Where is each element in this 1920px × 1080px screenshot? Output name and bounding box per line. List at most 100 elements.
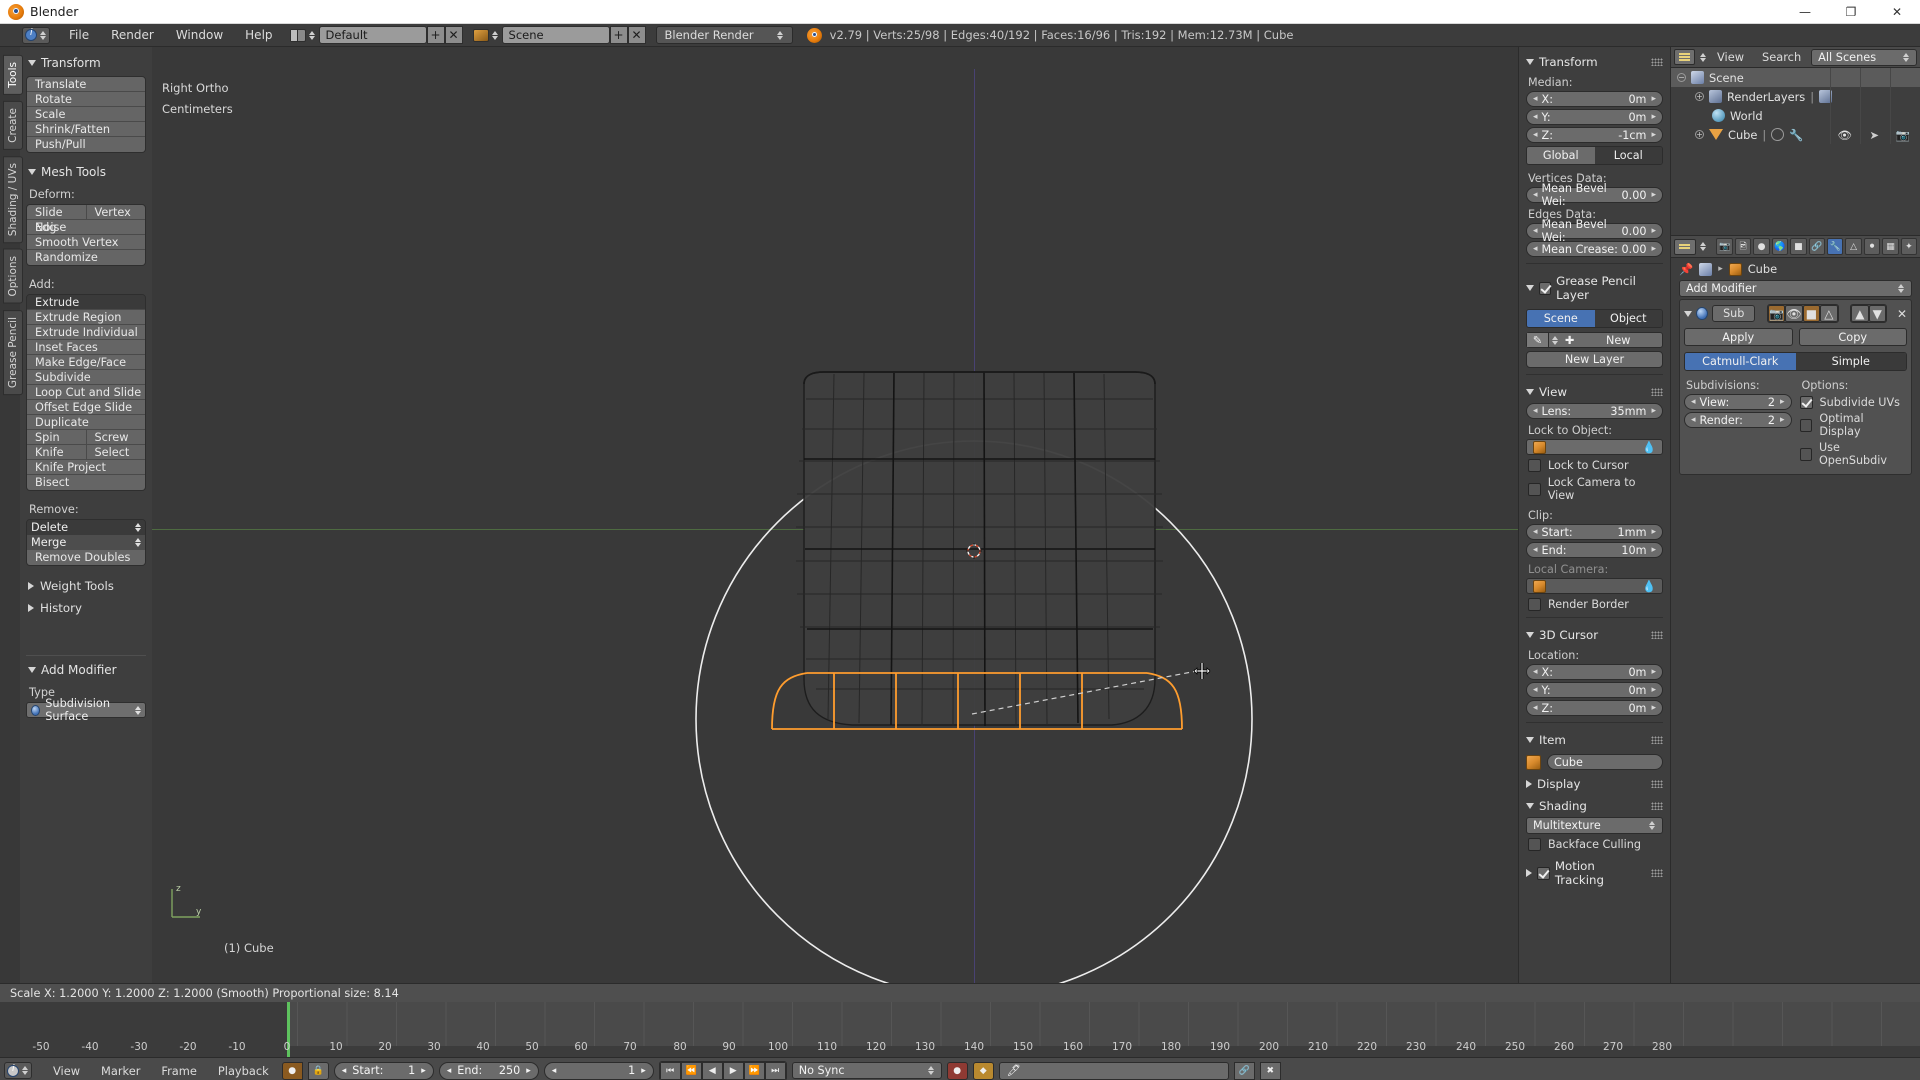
outliner-menu-search[interactable]: Search bbox=[1754, 50, 1809, 64]
right-arrow-icon[interactable]: ▸ bbox=[1651, 244, 1656, 254]
panel-header-shading[interactable]: Shading bbox=[1526, 795, 1663, 817]
backface-culling-checkbox[interactable] bbox=[1528, 838, 1541, 851]
push-pull-button[interactable]: Push/Pull bbox=[27, 137, 145, 152]
panel-header-history[interactable]: History bbox=[26, 597, 146, 619]
right-arrow-icon[interactable]: ▸ bbox=[1651, 94, 1656, 104]
subdivisions-render-field[interactable]: ◂ Render: 2 ▸ bbox=[1684, 412, 1792, 428]
delete-layout-button[interactable]: ✕ bbox=[444, 26, 463, 44]
screen-layout-icon[interactable] bbox=[289, 28, 306, 42]
tab-create[interactable]: Create bbox=[3, 100, 23, 150]
rotate-button[interactable]: Rotate bbox=[27, 92, 145, 107]
add-layout-button[interactable]: + bbox=[426, 26, 445, 44]
apply-modifier-button[interactable]: Apply bbox=[1684, 328, 1793, 346]
left-arrow-icon[interactable]: ◂ bbox=[1533, 190, 1538, 200]
cage-toggle-icon[interactable]: △ bbox=[1820, 305, 1838, 322]
inset-faces-button[interactable]: Inset Faces bbox=[27, 340, 145, 355]
properties-tab-texture[interactable]: ▦ bbox=[1882, 238, 1899, 255]
modifier-type-dropdown[interactable]: Subdivision Surface bbox=[26, 697, 146, 723]
vertex-bevel-weight-field[interactable]: ◂ Mean Bevel Wei: 0.00 ▸ bbox=[1526, 182, 1663, 208]
panel-header-transform[interactable]: Transform bbox=[26, 53, 146, 76]
keyframe-icon[interactable]: ◆ bbox=[972, 1061, 994, 1080]
left-arrow-icon[interactable]: ◂ bbox=[1533, 527, 1538, 537]
smooth-vertex-button[interactable]: Smooth Vertex bbox=[27, 235, 145, 250]
properties-tab-material[interactable]: ⚫ bbox=[1863, 238, 1881, 255]
outliner-row-renderlayers[interactable]: + RenderLayers | bbox=[1671, 87, 1920, 106]
use-opensubdiv-checkbox[interactable] bbox=[1799, 447, 1812, 461]
drag-grip-icon[interactable] bbox=[1651, 869, 1664, 877]
chevron-updown-icon[interactable] bbox=[308, 30, 316, 40]
lock-to-cursor-checkbox[interactable] bbox=[1528, 459, 1541, 472]
chevron-updown-icon[interactable] bbox=[1699, 52, 1707, 62]
clip-end-field[interactable]: ◂ End: 10m ▸ bbox=[1526, 542, 1663, 558]
editor-type-selector[interactable] bbox=[22, 26, 50, 44]
local-camera-field[interactable]: 💧 bbox=[1526, 578, 1663, 594]
shading-method-dropdown[interactable]: Multitexture bbox=[1526, 817, 1663, 834]
left-arrow-icon[interactable]: ◂ bbox=[1533, 94, 1538, 104]
lock-icon[interactable]: 🔒 bbox=[307, 1061, 329, 1080]
merge-dropdown[interactable]: Merge bbox=[27, 535, 145, 550]
timeline-editor-type-selector[interactable] bbox=[4, 1062, 32, 1079]
timeline-menu-marker[interactable]: Marker bbox=[93, 1064, 148, 1078]
optimal-display-row[interactable]: Optimal Display bbox=[1799, 412, 1908, 438]
right-arrow-icon[interactable]: ▸ bbox=[1651, 703, 1656, 713]
outliner-row-scene[interactable]: − Scene bbox=[1671, 68, 1920, 87]
tab-shading-uvs[interactable]: Shading / UVs bbox=[3, 155, 23, 243]
left-arrow-icon[interactable]: ◂ bbox=[1533, 244, 1538, 254]
menu-render[interactable]: Render bbox=[100, 25, 165, 45]
panel-header-view[interactable]: View bbox=[1526, 381, 1663, 403]
outliner-row-world[interactable]: World bbox=[1671, 106, 1920, 125]
extrude-individual-button[interactable]: Extrude Individual bbox=[27, 325, 145, 340]
expand-icon[interactable]: + bbox=[1695, 130, 1704, 139]
lock-to-object-field[interactable]: 💧 bbox=[1526, 439, 1663, 455]
pin-icon[interactable]: 📌 bbox=[1679, 262, 1693, 276]
clip-start-field[interactable]: ◂ Start: 1mm ▸ bbox=[1526, 524, 1663, 540]
move-down-button[interactable]: ▼ bbox=[1868, 305, 1886, 322]
right-arrow-icon[interactable]: ▸ bbox=[1651, 545, 1656, 555]
eyedropper-icon[interactable]: 💧 bbox=[1642, 441, 1656, 454]
panel-header-display[interactable]: Display bbox=[1526, 773, 1663, 795]
eye-icon[interactable]: 👁 bbox=[1838, 128, 1852, 142]
lock-to-cursor-row[interactable]: Lock to Cursor bbox=[1528, 459, 1663, 472]
catmull-clark-button[interactable]: Catmull-Clark bbox=[1685, 353, 1796, 370]
chevron-updown-icon[interactable] bbox=[1700, 242, 1707, 251]
new-layer-button[interactable]: New Layer bbox=[1526, 351, 1663, 368]
outliner-scope-dropdown[interactable]: All Scenes bbox=[1811, 48, 1917, 66]
eyedropper-icon[interactable]: 💧 bbox=[1642, 580, 1656, 593]
gp-scene-button[interactable]: Scene bbox=[1527, 310, 1595, 327]
extrude-region-button[interactable]: Extrude Region bbox=[27, 310, 145, 325]
panel-header-motion-tracking[interactable]: Motion Tracking bbox=[1526, 855, 1664, 891]
vertex-slide-button[interactable]: Vertex bbox=[85, 205, 146, 219]
timeline-menu-playback[interactable]: Playback bbox=[210, 1064, 277, 1078]
render-engine-selector[interactable]: Blender Render bbox=[655, 26, 793, 44]
gp-object-button[interactable]: Object bbox=[1594, 310, 1662, 327]
cursor-y-field[interactable]: ◂ Y: 0m ▸ bbox=[1526, 682, 1663, 698]
play-button[interactable]: ▶ bbox=[722, 1061, 744, 1080]
translate-button[interactable]: Translate bbox=[27, 77, 145, 92]
jump-to-start-button[interactable]: ⏮ bbox=[659, 1061, 681, 1080]
knife-button[interactable]: Knife bbox=[27, 445, 86, 459]
modifier-name-field[interactable]: Sub bbox=[1712, 305, 1756, 322]
duplicate-button[interactable]: Duplicate bbox=[27, 415, 145, 430]
offset-edge-slide-button[interactable]: Offset Edge Slide bbox=[27, 400, 145, 415]
left-arrow-icon[interactable]: ◂ bbox=[1691, 397, 1696, 407]
drag-grip-icon[interactable] bbox=[1651, 802, 1663, 810]
play-reverse-button[interactable]: ◀ bbox=[701, 1061, 723, 1080]
outliner-display-mode-icon[interactable] bbox=[1674, 49, 1695, 65]
left-arrow-icon[interactable]: ◂ bbox=[1533, 226, 1538, 236]
right-arrow-icon[interactable]: ▸ bbox=[1651, 406, 1656, 416]
timeline-menu-frame[interactable]: Frame bbox=[153, 1064, 205, 1078]
left-arrow-icon[interactable]: ◂ bbox=[552, 1066, 557, 1076]
cube-icon[interactable] bbox=[1728, 262, 1742, 276]
wrench-icon[interactable]: 🔧 bbox=[1789, 128, 1803, 142]
left-arrow-icon[interactable]: ◂ bbox=[1533, 703, 1538, 713]
panel-header-item[interactable]: Item bbox=[1526, 729, 1663, 751]
backface-culling-row[interactable]: Backface Culling bbox=[1528, 838, 1663, 851]
record-icon[interactable]: ● bbox=[946, 1061, 968, 1080]
delete-dropdown[interactable]: Delete bbox=[27, 520, 145, 535]
drag-grip-icon[interactable] bbox=[1651, 388, 1663, 396]
jump-to-end-button[interactable]: ⏭ bbox=[764, 1061, 786, 1080]
close-button[interactable]: ✕ bbox=[1874, 0, 1920, 23]
subdivide-uvs-row[interactable]: Subdivide UVs bbox=[1799, 396, 1908, 409]
left-arrow-icon[interactable]: ◂ bbox=[447, 1066, 452, 1076]
camera-icon[interactable]: 📷 bbox=[1896, 128, 1910, 142]
